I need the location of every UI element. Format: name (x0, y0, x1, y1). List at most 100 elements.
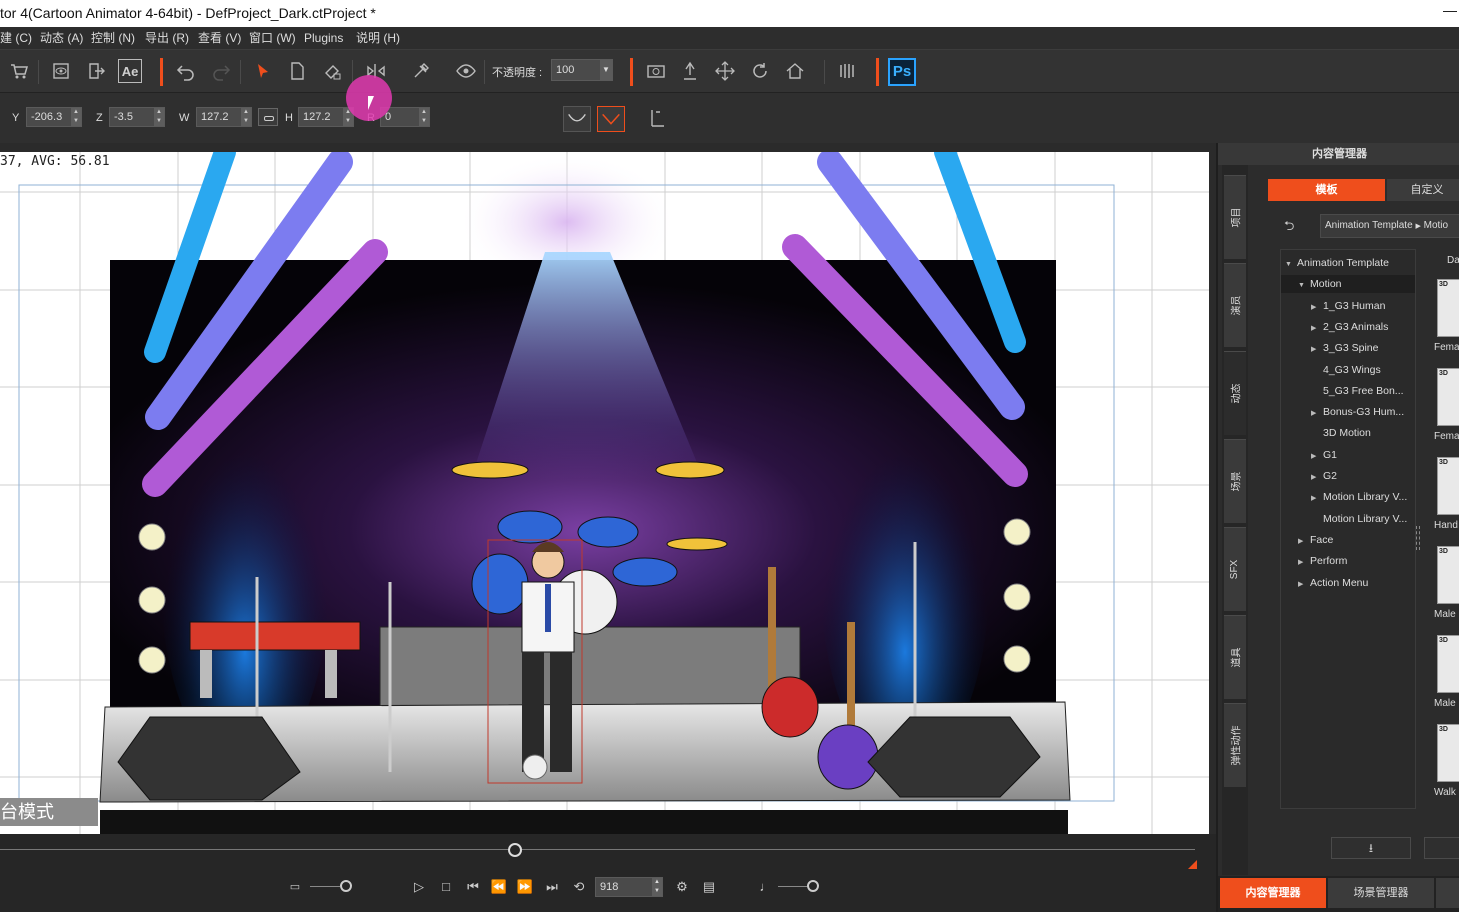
menu-item-export[interactable]: 导出 (R) (145, 27, 189, 49)
menu-item-animation[interactable]: 动态 (A) (40, 27, 83, 49)
motion-thumbnail[interactable]: 3D Fema (1424, 249, 1459, 353)
tree-item[interactable]: ▶ 1_G3 Human (1281, 297, 1415, 315)
menu-item-view[interactable]: 查看 (V) (198, 27, 241, 49)
motion-thumbnail[interactable]: 3D Walk B (1424, 694, 1459, 798)
tab-content-manager[interactable]: 内容管理器 (1220, 878, 1326, 908)
export-icon[interactable] (83, 58, 109, 84)
puppet-icon[interactable] (677, 58, 703, 84)
tree-item[interactable]: Motion Library V... (1281, 510, 1415, 528)
preview-icon[interactable] (48, 58, 74, 84)
pivot-handle[interactable] (522, 754, 548, 780)
caret-right-icon[interactable]: ▶ (1311, 299, 1323, 317)
side-tab-sfx[interactable]: SFX (1224, 527, 1246, 611)
motion-thumbnail[interactable]: 3D Male (1424, 516, 1459, 620)
tree-item[interactable]: ▶ 2_G3 Animals (1281, 318, 1415, 336)
link-icon[interactable] (258, 108, 278, 126)
tree-item[interactable]: ▶ Perform (1281, 552, 1415, 570)
caret-right-icon[interactable]: ▶ (1298, 554, 1310, 572)
first-frame-icon[interactable]: ⏮ (464, 878, 482, 896)
extra-button[interactable] (1424, 837, 1459, 859)
download-button[interactable]: ⭳ (1331, 837, 1411, 859)
settings-icon[interactable]: ⚙ (673, 878, 691, 896)
side-tab-props[interactable]: 道具 (1224, 615, 1246, 699)
caret-right-icon[interactable]: ▶ (1311, 448, 1323, 466)
opacity-dropdown[interactable]: 100 ▼ (551, 59, 613, 81)
z-field[interactable]: -3.5 ▲ ▼ (109, 107, 165, 127)
curve-sharp-button[interactable] (597, 106, 625, 132)
y-spinner[interactable]: ▲ ▼ (71, 108, 81, 126)
next-frame-icon[interactable]: ⏩ (516, 878, 534, 896)
camera-icon[interactable] (643, 58, 669, 84)
motion-thumbnail[interactable]: 3D Hand (1424, 427, 1459, 531)
tree-item[interactable]: 4_G3 Wings (1281, 361, 1415, 379)
menu-item-help[interactable]: 说明 (H) (356, 27, 400, 49)
caret-right-icon[interactable]: ▶ (1298, 533, 1310, 551)
paint-icon[interactable] (319, 58, 345, 84)
tree-item[interactable]: 3D Motion (1281, 424, 1415, 442)
side-tab-elastic-motion[interactable]: 弹性动作 (1224, 703, 1246, 787)
side-tab-motion[interactable]: 动态 (1224, 351, 1246, 435)
tab-custom[interactable]: 自定义 (1387, 179, 1459, 201)
curve-smooth-button[interactable] (563, 106, 591, 132)
tab-extra[interactable] (1436, 878, 1459, 908)
undo-icon[interactable] (173, 58, 199, 84)
w-spinner[interactable]: ▲ ▼ (241, 108, 251, 126)
tab-template[interactable]: 模板 (1268, 179, 1385, 201)
side-tab-project[interactable]: 项目 (1224, 175, 1246, 259)
home-icon[interactable] (782, 58, 808, 84)
tab-scene-manager[interactable]: 场景管理器 (1328, 878, 1434, 908)
page-icon[interactable] (284, 58, 310, 84)
stage-icon[interactable] (835, 58, 861, 84)
breadcrumb-item[interactable]: Animation Template (1325, 220, 1413, 231)
rotate-icon[interactable] (747, 58, 773, 84)
move-icon[interactable] (712, 58, 738, 84)
z-spinner[interactable]: ▲ ▼ (154, 108, 164, 126)
minimize-button[interactable] (1443, 4, 1457, 18)
ps-icon[interactable]: Ps (888, 58, 916, 86)
side-tab-actor[interactable]: 演员 (1224, 263, 1246, 347)
timeline-playhead[interactable] (508, 843, 522, 857)
h-field[interactable]: 127.2 ▲ ▼ (298, 107, 354, 127)
tree-item[interactable]: ▶ G1 (1281, 446, 1415, 464)
zoom-slider-knob[interactable] (340, 880, 352, 892)
menu-item-plugins[interactable]: Plugins (304, 27, 343, 49)
frame-spinner[interactable]: ▲ ▼ (652, 878, 662, 896)
caret-right-icon[interactable]: ▶ (1298, 576, 1310, 594)
volume-slider-track[interactable] (778, 886, 808, 887)
tree-item[interactable]: ▼ Animation Template (1281, 254, 1415, 272)
r-spinner[interactable]: ▲ ▼ (419, 108, 429, 126)
tree-item[interactable]: ▶ Action Menu (1281, 574, 1415, 592)
anchor-icon[interactable] (646, 107, 668, 129)
tree-item[interactable]: ▶ Motion Library V... (1281, 488, 1415, 506)
tree-item[interactable]: ▶ Bonus-G3 Hum... (1281, 403, 1415, 421)
back-icon[interactable]: ⮌ (1284, 217, 1304, 233)
subtitle-icon[interactable]: ▭ (286, 878, 304, 896)
tree-item[interactable]: 5_G3 Free Bon... (1281, 382, 1415, 400)
eye-icon[interactable] (453, 58, 479, 84)
menu-item-window[interactable]: 窗口 (W) (249, 27, 296, 49)
stage-canvas[interactable] (0, 152, 1209, 834)
motion-thumbnail[interactable]: 3D Fema (1424, 338, 1459, 442)
ae-icon[interactable]: Ae (118, 59, 142, 83)
breadcrumb-item[interactable]: Motio (1424, 220, 1448, 231)
tree-item[interactable]: ▶ 3_G3 Spine (1281, 339, 1415, 357)
chevron-down-icon[interactable]: ▼ (600, 60, 612, 80)
timeline-track[interactable] (0, 849, 1195, 850)
select-icon[interactable] (250, 58, 276, 84)
menu-item-create[interactable]: 建 (C) (0, 27, 32, 49)
prev-frame-icon[interactable]: ⏪ (490, 878, 508, 896)
caret-down-icon[interactable]: ▼ (1285, 256, 1297, 274)
caret-down-icon[interactable]: ▼ (1298, 277, 1310, 295)
stage-viewport[interactable]: 37, AVG: 56.81 台模式 (0, 152, 1209, 834)
redo-icon[interactable] (208, 58, 234, 84)
music-note-icon[interactable]: ♩ (757, 878, 775, 896)
y-field[interactable]: -206.3 ▲ ▼ (26, 107, 82, 127)
tree-item[interactable]: ▶ G2 (1281, 467, 1415, 485)
play-icon[interactable]: ▷ (410, 878, 428, 896)
motion-thumbnail[interactable]: 3D Male (1424, 605, 1459, 709)
w-field[interactable]: 127.2 ▲ ▼ (196, 107, 252, 127)
last-frame-icon[interactable]: ⏭ (543, 878, 561, 896)
link-tool-icon[interactable] (408, 58, 434, 84)
tree-item[interactable]: ▶ Face (1281, 531, 1415, 549)
caret-right-icon[interactable]: ▶ (1311, 320, 1323, 338)
